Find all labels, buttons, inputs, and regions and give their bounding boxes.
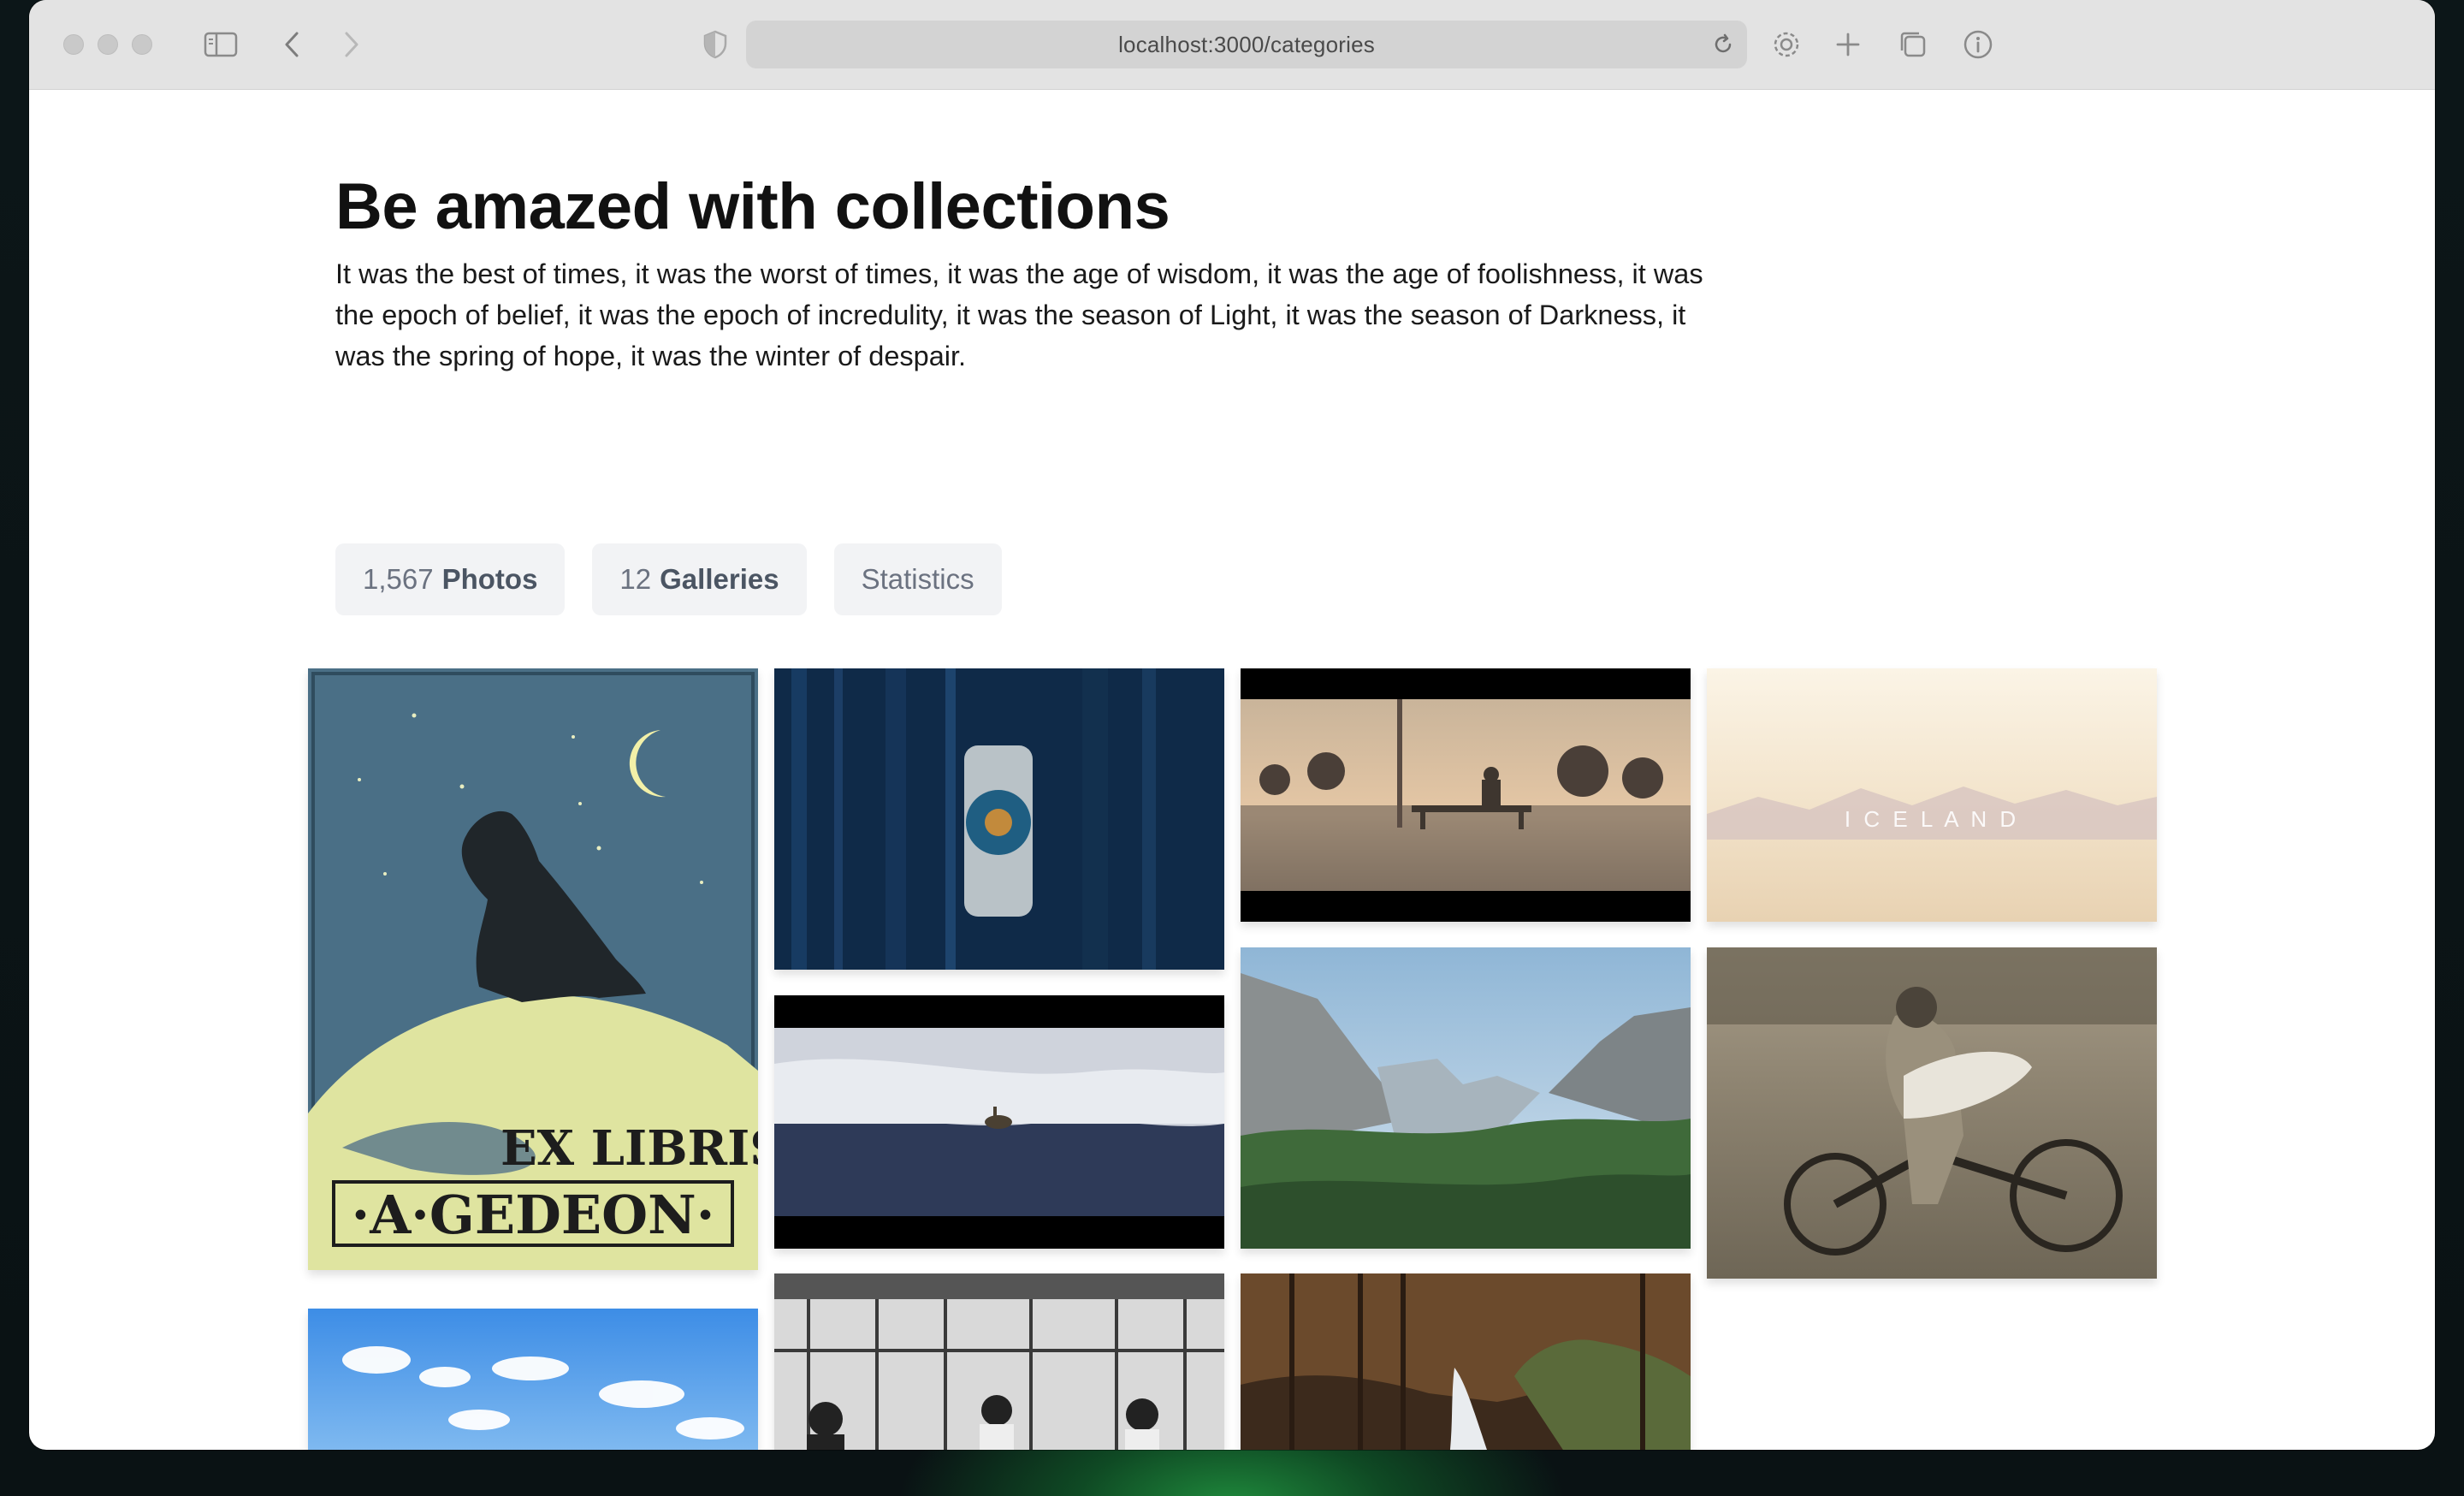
page-description: It was the best of times, it was the wor…: [335, 258, 1703, 371]
bookplate-text-owner: ·A·GEDEON·: [352, 1184, 715, 1246]
galleries-count: 12: [619, 563, 652, 595]
galleries-label: Galleries: [660, 563, 779, 595]
gallery-photo-yosemite[interactable]: [1241, 947, 1691, 1249]
photos-count: 1,567: [363, 563, 434, 595]
minimize-window-button[interactable]: [98, 34, 118, 55]
chevron-left-icon[interactable]: [270, 22, 315, 67]
iceland-title-text: I C E L A N D: [1845, 806, 2019, 832]
gallery-photo-blue-door[interactable]: [774, 668, 1224, 970]
page-content: Be amazed with collections It was the be…: [29, 91, 2435, 1450]
stats-bar: 1,567 Photos 12 Galleries Statistics: [335, 543, 1002, 615]
shield-icon[interactable]: [693, 22, 737, 67]
photos-stat-button[interactable]: 1,567 Photos: [335, 543, 566, 615]
gallery-photo-iceland[interactable]: I C E L A N D: [1707, 668, 2157, 922]
gallery-photo-goose-snow[interactable]: [774, 995, 1224, 1249]
page-title: Be amazed with collections: [335, 170, 1170, 243]
browser-toolbar: localhost:3000/categories: [29, 0, 2435, 90]
sidebar-icon[interactable]: [198, 22, 243, 67]
url-text: localhost:3000/categories: [1118, 31, 1375, 57]
gallery-photo-motorcycle[interactable]: [1707, 947, 2157, 1279]
tabs-overview-icon[interactable]: [1891, 22, 1935, 67]
bookplate-text-ex-libris: EX LIBRIS: [500, 1120, 758, 1177]
browser-window: localhost:3000/categories Be amazed with…: [29, 0, 2435, 1450]
address-bar[interactable]: localhost:3000/categories: [746, 21, 1747, 68]
chevron-right-icon[interactable]: [329, 22, 373, 67]
gallery-photo-flooded-bench[interactable]: [1241, 668, 1691, 922]
photos-label: Photos: [441, 563, 538, 595]
gallery-photo-ex-libris[interactable]: EX LIBRIS ·A·GEDEON·: [308, 668, 758, 1270]
gallery-photo-sky-clouds[interactable]: [308, 1309, 758, 1450]
gallery-photo-factory[interactable]: [774, 1273, 1224, 1450]
gear-icon[interactable]: [1764, 22, 1809, 67]
statistics-label: Statistics: [861, 563, 974, 595]
zoom-window-button[interactable]: [132, 34, 152, 55]
galleries-stat-button[interactable]: 12 Galleries: [592, 543, 807, 615]
close-window-button[interactable]: [63, 34, 84, 55]
gallery-photo-waterfall[interactable]: [1241, 1273, 1691, 1450]
reload-icon[interactable]: [1709, 31, 1737, 58]
info-icon[interactable]: [1956, 22, 2000, 67]
plus-icon[interactable]: [1826, 22, 1870, 67]
statistics-button[interactable]: Statistics: [833, 543, 1002, 615]
